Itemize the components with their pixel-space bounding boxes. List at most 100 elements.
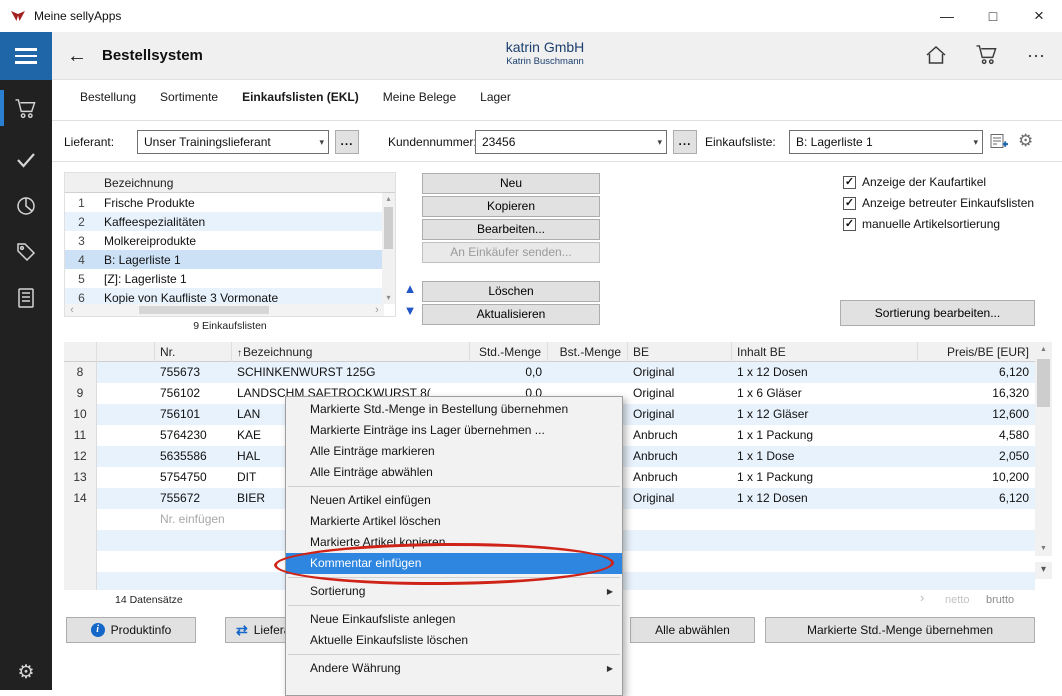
column-nr[interactable]: Nr. xyxy=(155,342,232,362)
checkbox-manuelle-artikelsortierung[interactable]: ✓ manuelle Artikelsortierung xyxy=(843,217,1000,231)
lieferant-browse-button[interactable]: ... xyxy=(335,130,359,154)
menu-item-artikel-loeschen[interactable]: Markierte Artikel löschen xyxy=(286,511,622,532)
more-options-icon[interactable]: ⋯ xyxy=(1027,46,1046,67)
tab-bestellung[interactable]: Bestellung xyxy=(80,90,136,104)
sidebar-item-erledigt[interactable] xyxy=(0,140,52,180)
cell-nr: 5635586 xyxy=(155,446,232,467)
scroll-left-icon[interactable]: ‹ xyxy=(65,305,79,316)
scroll-down-icon[interactable]: ▾ xyxy=(382,292,395,304)
produktinfo-button[interactable]: i Produktinfo xyxy=(66,617,196,643)
column-inhalt-be[interactable]: Inhalt BE xyxy=(732,342,918,362)
list-item-selected[interactable]: 4B: Lagerliste 1 xyxy=(65,250,384,269)
menu-item-neue-einkaufsliste[interactable]: Neue Einkaufsliste anlegen xyxy=(286,609,622,630)
brutto-toggle[interactable]: brutto xyxy=(986,594,1014,606)
menu-item-einkaufsliste-loeschen[interactable]: Aktuelle Einkaufsliste löschen xyxy=(286,630,622,651)
cell-preis: 6,120 xyxy=(918,488,1035,509)
scroll-up-icon[interactable]: ▴ xyxy=(382,193,395,205)
column-bezeichnung[interactable]: ↑Bezeichnung xyxy=(232,342,470,362)
tab-einkaufslisten[interactable]: Einkaufslisten (EKL) xyxy=(242,90,359,104)
cell-nr: 5764230 xyxy=(155,425,232,446)
scroll-down-icon[interactable]: ▼ xyxy=(1035,541,1052,556)
list-item[interactable]: 5[Z]: Lagerliste 1 xyxy=(65,269,384,288)
move-down-button[interactable]: ▼ xyxy=(402,302,418,320)
kundennummer-select[interactable]: 23456 ▾ xyxy=(475,130,667,154)
std-menge-uebernehmen-button[interactable]: Markierte Std.-Menge übernehmen xyxy=(765,617,1035,643)
list-header[interactable]: Bezeichnung xyxy=(65,173,395,193)
scrollbar-thumb[interactable] xyxy=(139,306,269,314)
filter-bar: Lieferant: Unser Trainingslieferant ▾ ..… xyxy=(52,120,1062,162)
checkbox-label: Anzeige der Kaufartikel xyxy=(862,175,986,189)
scrollbar-thumb[interactable] xyxy=(384,207,393,249)
menu-item-alle-abwaehlen[interactable]: Alle Einträge abwählen xyxy=(286,462,622,483)
list-horizontal-scrollbar[interactable]: ‹ › xyxy=(65,304,384,316)
list-item[interactable]: 1Frische Produkte xyxy=(65,193,384,212)
einkaufsliste-select[interactable]: B: Lagerliste 1 ▾ xyxy=(789,130,983,154)
list-vertical-scrollbar[interactable]: ▴ ▾ xyxy=(382,193,395,304)
tab-meine-belege[interactable]: Meine Belege xyxy=(383,90,456,104)
cell-be: Anbruch xyxy=(628,467,732,488)
sidebar-item-preise[interactable] xyxy=(0,232,52,272)
tab-lager[interactable]: Lager xyxy=(480,90,511,104)
menu-item-sortierung[interactable]: Sortierung ▶ xyxy=(286,581,622,602)
cart-icon[interactable] xyxy=(975,44,999,68)
table-row[interactable]: 8 755673 SCHINKENWURST 125G 0,0 Original… xyxy=(64,362,1035,383)
table-vertical-scrollbar[interactable]: ▲ ▼ xyxy=(1035,342,1052,556)
hamburger-menu-button[interactable] xyxy=(0,32,52,80)
alle-abwaehlen-button[interactable]: Alle abwählen xyxy=(630,617,755,643)
title-bar: Meine sellyApps — □ × xyxy=(0,0,1062,32)
column-bst-menge[interactable]: Bst.-Menge xyxy=(548,342,628,362)
list-count-label: 9 Einkaufslisten xyxy=(64,320,396,332)
sidebar-item-belege[interactable] xyxy=(0,278,52,318)
bearbeiten-button[interactable]: Bearbeiten... xyxy=(422,219,600,240)
close-button[interactable]: × xyxy=(1016,0,1062,32)
jump-to-end-button[interactable]: ▾ xyxy=(1035,562,1052,579)
list-item[interactable]: 2Kaffeespezialitäten xyxy=(65,212,384,231)
maximize-button[interactable]: □ xyxy=(970,0,1016,32)
scroll-up-icon[interactable]: ▲ xyxy=(1035,342,1052,357)
sidebar-item-bestellung[interactable] xyxy=(0,88,52,128)
back-button[interactable]: ← xyxy=(62,42,92,70)
menu-item-neuer-artikel[interactable]: Neuen Artikel einfügen xyxy=(286,490,622,511)
home-icon[interactable] xyxy=(925,45,947,68)
lieferant-select[interactable]: Unser Trainingslieferant ▾ xyxy=(137,130,329,154)
list-header-bezeichnung[interactable]: Bezeichnung xyxy=(98,176,173,190)
column-be[interactable]: BE xyxy=(628,342,732,362)
list-item[interactable]: 3Molkereiprodukte xyxy=(65,231,384,250)
menu-item-artikel-kopieren[interactable]: Markierte Artikel kopieren xyxy=(286,532,622,553)
netto-toggle[interactable]: netto xyxy=(945,594,969,606)
neu-button[interactable]: Neu xyxy=(422,173,600,194)
scrollbar-thumb[interactable] xyxy=(1037,359,1050,407)
checkbox-anzeige-betreuter-einkaufslisten[interactable]: ✓ Anzeige betreuter Einkaufslisten xyxy=(843,196,1034,210)
checkbox-checked-icon[interactable]: ✓ xyxy=(843,197,856,210)
menu-item-std-menge-uebernehmen[interactable]: Markierte Std.-Menge in Bestellung übern… xyxy=(286,399,622,420)
hamburger-icon xyxy=(15,48,37,51)
menu-item-alle-markieren[interactable]: Alle Einträge markieren xyxy=(286,441,622,462)
insert-placeholder[interactable]: Nr. einfügen xyxy=(155,509,232,530)
tab-sortimente[interactable]: Sortimente xyxy=(160,90,218,104)
aktualisieren-button[interactable]: Aktualisieren xyxy=(422,304,600,325)
kopieren-button[interactable]: Kopieren xyxy=(422,196,600,217)
sortierung-bearbeiten-button[interactable]: Sortierung bearbeiten... xyxy=(840,300,1035,326)
menu-item-andere-waehrung[interactable]: Andere Währung ▶ xyxy=(286,658,622,679)
loeschen-button[interactable]: Löschen xyxy=(422,281,600,302)
sort-ascending-icon: ↑ xyxy=(237,348,242,359)
an-einkaeufer-senden-button[interactable]: An Einkäufer senden... xyxy=(422,242,600,263)
cell-inhalt: 1 x 12 Dosen xyxy=(732,488,918,509)
menu-item-kommentar-einfuegen[interactable]: Kommentar einfügen xyxy=(286,553,622,574)
sidebar-item-statistik[interactable] xyxy=(0,186,52,226)
column-std-menge[interactable]: Std.-Menge xyxy=(470,342,548,362)
list-rows: 1Frische Produkte 2Kaffeespezialitäten 3… xyxy=(65,193,384,306)
menu-item-ins-lager-uebernehmen[interactable]: Markierte Einträge ins Lager übernehmen … xyxy=(286,420,622,441)
minimize-button[interactable]: — xyxy=(924,0,970,32)
scroll-right-icon[interactable]: › xyxy=(920,590,924,605)
move-up-button[interactable]: ▲ xyxy=(402,280,418,298)
column-preis[interactable]: Preis/BE [EUR] xyxy=(918,342,1035,362)
sidebar-item-settings[interactable]: ⚙ xyxy=(0,652,52,692)
checkbox-anzeige-kaufartikel[interactable]: ✓ Anzeige der Kaufartikel xyxy=(843,175,986,189)
kundennummer-browse-button[interactable]: ... xyxy=(673,130,697,154)
scroll-right-icon[interactable]: › xyxy=(370,305,384,316)
list-settings-gear-icon[interactable]: ⚙ xyxy=(1018,131,1033,151)
checkbox-checked-icon[interactable]: ✓ xyxy=(843,176,856,189)
checkbox-checked-icon[interactable]: ✓ xyxy=(843,218,856,231)
new-list-icon[interactable] xyxy=(990,133,1008,153)
